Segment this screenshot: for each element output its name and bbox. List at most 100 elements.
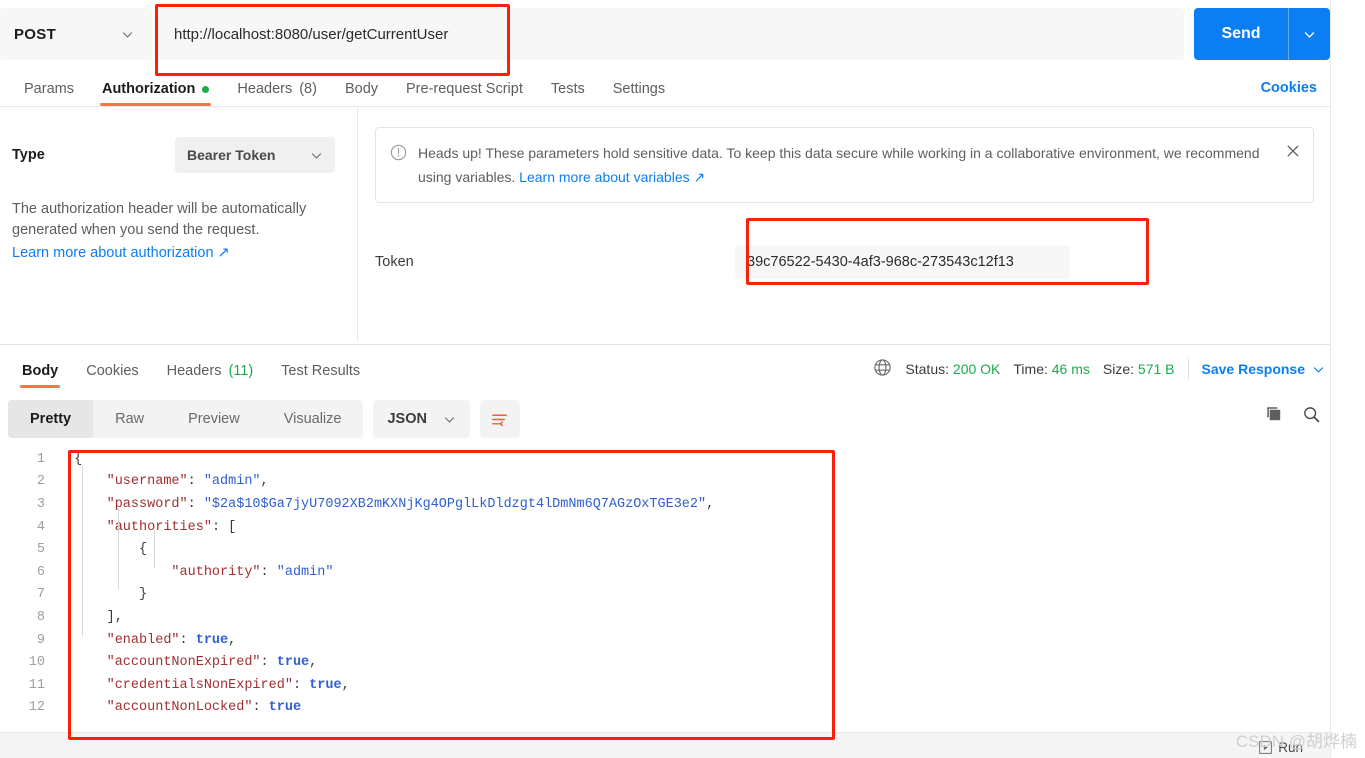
code-token: , <box>228 632 237 648</box>
language-selector[interactable]: JSON <box>373 400 470 438</box>
line-number: 1 <box>36 451 45 467</box>
response-divider <box>0 344 1330 345</box>
chevron-down-icon <box>444 416 455 423</box>
url-input[interactable]: http://localhost:8080/user/getCurrentUse… <box>158 8 1184 60</box>
code-token: true <box>268 700 302 716</box>
language-value: JSON <box>387 411 427 427</box>
code-token: : <box>252 700 269 716</box>
postman-window: POST http://localhost:8080/user/getCurre… <box>0 0 1365 758</box>
token-value: 39c76522-5430-4af3-968c-273543c12f13 <box>747 254 1014 270</box>
copy-icon[interactable] <box>1265 405 1284 429</box>
send-button[interactable]: Send <box>1194 8 1288 60</box>
request-tab-bar: Params Authorization Headers (8) Body Pr… <box>0 72 1330 106</box>
code-line: 6 "authority": "admin" <box>0 561 1310 584</box>
sensitive-data-notice: Heads up! These parameters hold sensitiv… <box>375 127 1314 203</box>
tab-label: Tests <box>550 81 585 97</box>
auth-type-select[interactable]: Bearer Token <box>175 137 335 173</box>
code-line-text: "accountNonExpired": true, <box>58 655 318 671</box>
indent-guide <box>82 466 83 636</box>
cookies-link[interactable]: Cookies <box>1261 80 1317 96</box>
tab-settings[interactable]: Settings <box>599 81 679 106</box>
http-method-selector[interactable]: POST <box>0 8 152 60</box>
play-icon <box>1259 741 1273 754</box>
auth-type-row: Type Bearer Token <box>12 137 335 173</box>
chevron-down-icon <box>1313 366 1324 373</box>
chevron-down-icon <box>311 152 322 159</box>
code-line-text: "authorities": [ <box>58 519 237 535</box>
response-body-json[interactable]: 1 {2 "username": "admin", 3 "password": "… <box>0 448 1310 740</box>
code-line-text: "authority": "admin" <box>58 565 333 580</box>
line-number: 7 <box>36 587 45 603</box>
line-number: 11 <box>28 677 45 693</box>
response-tab-body[interactable]: Body <box>8 363 72 388</box>
view-mode-visualize[interactable]: Visualize <box>262 400 364 438</box>
notice-body: Heads up! These parameters hold sensitiv… <box>418 141 1275 189</box>
status-value: 200 OK <box>952 361 1001 377</box>
code-line: 11 "credentialsNonExpired": true, <box>0 674 1310 697</box>
code-line: 9 "enabled": true, <box>0 629 1310 652</box>
tab-label: Settings <box>612 81 666 97</box>
code-token: "credentialsNonExpired" <box>106 677 293 693</box>
right-sidebar-rail <box>1330 0 1365 758</box>
code-token: { <box>74 451 83 467</box>
code-token: "accountNonExpired" <box>106 655 261 671</box>
view-mode-raw[interactable]: Raw <box>93 400 166 438</box>
code-token: "username" <box>106 474 188 490</box>
tab-count: (8) <box>299 81 317 97</box>
tab-params[interactable]: Params <box>10 81 88 106</box>
tab-label: Body <box>344 81 379 97</box>
code-line: 10 "accountNonExpired": true, <box>0 651 1310 674</box>
run-button[interactable]: Run <box>1259 740 1303 755</box>
send-options-button[interactable] <box>1288 8 1330 60</box>
search-icon[interactable] <box>1302 405 1321 429</box>
save-response-button[interactable]: Save Response <box>1202 361 1326 377</box>
code-token: , <box>706 496 715 512</box>
notice-learn-more-link[interactable]: Learn more about variables ↗ <box>519 165 705 189</box>
tab-label: Body <box>22 363 59 379</box>
view-mode-preview[interactable]: Preview <box>166 400 262 438</box>
warning-icon <box>390 141 408 189</box>
code-token: : <box>179 632 196 648</box>
tab-label: Headers <box>237 81 293 97</box>
meta-divider <box>1187 359 1189 379</box>
tab-authorization[interactable]: Authorization <box>88 81 223 106</box>
chevron-down-icon <box>1304 31 1315 38</box>
code-line: 3 "password": "$2a$10$Ga7jyU7092XB2mKXNj… <box>0 493 1310 516</box>
code-token: : <box>187 496 204 512</box>
response-tab-test-results[interactable]: Test Results <box>267 363 374 388</box>
code-token: } <box>139 587 148 603</box>
wrap-lines-button[interactable] <box>479 400 520 438</box>
size-value: 571 B <box>1137 361 1175 377</box>
tab-label: Authorization <box>101 81 196 97</box>
tab-headers[interactable]: Headers (8) <box>223 81 331 106</box>
auth-learn-more-link[interactable]: Learn more about authorization ↗ <box>12 243 230 264</box>
response-tab-headers[interactable]: Headers (11) <box>153 363 268 388</box>
view-mode-pretty[interactable]: Pretty <box>8 400 94 438</box>
wrap-lines-icon <box>492 414 508 426</box>
response-tab-cookies[interactable]: Cookies <box>72 363 152 388</box>
tab-pre-request-script[interactable]: Pre-request Script <box>392 81 537 106</box>
code-token: "admin" <box>203 474 261 490</box>
code-token: : [ <box>211 519 237 535</box>
time-label: Time: <box>1013 361 1048 377</box>
code-token: "accountNonLocked" <box>106 700 253 716</box>
request-url-bar: POST http://localhost:8080/user/getCurre… <box>0 8 1330 60</box>
save-response-label: Save Response <box>1201 361 1306 377</box>
code-token: : <box>292 677 310 693</box>
code-token: "enabled" <box>106 632 180 648</box>
size-group: Size: 571 B <box>1103 361 1175 377</box>
close-icon[interactable] <box>1285 141 1301 189</box>
response-format-bar: Pretty Raw Preview Visualize JSON <box>8 400 520 438</box>
tab-tests[interactable]: Tests <box>537 81 599 106</box>
tab-body[interactable]: Body <box>331 81 392 106</box>
code-token: true <box>309 677 342 693</box>
code-token: "admin" <box>276 564 334 580</box>
code-line-list: 1 {2 "username": "admin", 3 "password": "… <box>0 448 1310 719</box>
code-token: { <box>139 542 148 558</box>
code-line-text: } <box>58 587 147 602</box>
code-token: : <box>260 564 277 580</box>
code-line-text: "password": "$2a$10$Ga7jyU7092XB2mKXNjKg… <box>58 496 715 512</box>
token-input[interactable]: 39c76522-5430-4af3-968c-273543c12f13 <box>735 245 1070 279</box>
code-line: 8 ], <box>0 606 1310 629</box>
line-number: 5 <box>36 542 45 558</box>
